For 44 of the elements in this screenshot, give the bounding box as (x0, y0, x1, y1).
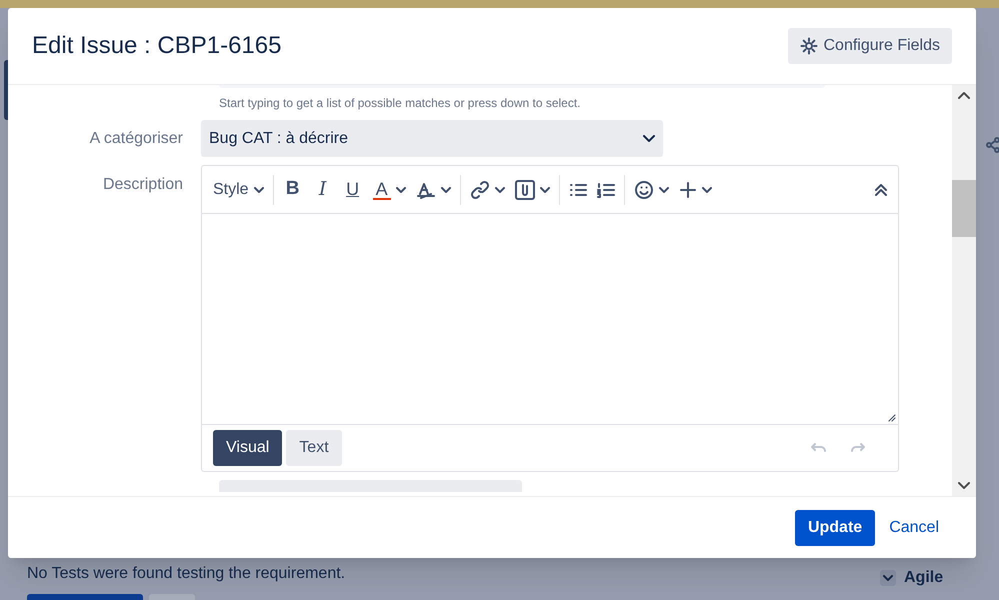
field-hint: Start typing to get a list of possible matches or press down to select. (219, 95, 582, 112)
caret-icon (254, 186, 264, 192)
mode-tab[interactable]: Visual (213, 430, 282, 466)
chevron-icon (883, 575, 893, 581)
bold-button[interactable]: B (278, 174, 308, 206)
caret-icon (702, 186, 712, 192)
smiley-icon (634, 180, 654, 200)
numbered-list-icon (596, 182, 615, 198)
caret-icon (658, 186, 669, 192)
mode-tab[interactable]: Text (286, 430, 342, 466)
italic-button[interactable]: I (308, 174, 338, 206)
select-field[interactable]: Bug CAT : à décrire (201, 120, 663, 157)
share-icon (986, 137, 999, 153)
configure-fields-button[interactable]: Configure Fields (788, 28, 952, 64)
scroll-down-icon (958, 482, 970, 490)
section-heading: Agile (904, 568, 944, 588)
caret-icon (440, 186, 451, 192)
resize-handle-icon (886, 412, 896, 422)
caret-icon (540, 186, 550, 192)
caret-icon (643, 134, 655, 142)
update-button[interactable]: Update (794, 510, 876, 546)
gear-icon (800, 37, 818, 55)
scrollbar-thumb[interactable] (952, 180, 976, 237)
field-label: Description (102, 175, 184, 195)
bullet-list-icon (568, 182, 587, 198)
cancel-link[interactable]: Cancel (889, 516, 939, 540)
toggle-button[interactable] (880, 570, 896, 586)
text-color-dropdown[interactable]: A (368, 174, 411, 206)
field-label: A catégoriser (88, 128, 184, 148)
redo-icon (849, 442, 867, 454)
paperclip-icon (514, 180, 535, 200)
empty-tests-message: No Tests were found testing the requirement. (27, 564, 346, 584)
underline-button[interactable]: U (338, 174, 368, 206)
caret-icon (494, 186, 505, 192)
scroll-up-icon (958, 91, 970, 99)
double-chevron-up-icon (875, 184, 887, 196)
clear-format-icon (416, 180, 436, 198)
dialog-title: Edit Issue : CBP1-6165 (32, 31, 282, 61)
scrollbar[interactable] (952, 85, 976, 496)
link-icon (470, 180, 490, 200)
undo-icon (809, 442, 827, 454)
style-dropdown[interactable]: Style (208, 174, 269, 206)
caret-icon (396, 186, 406, 192)
plus-icon (678, 180, 697, 198)
